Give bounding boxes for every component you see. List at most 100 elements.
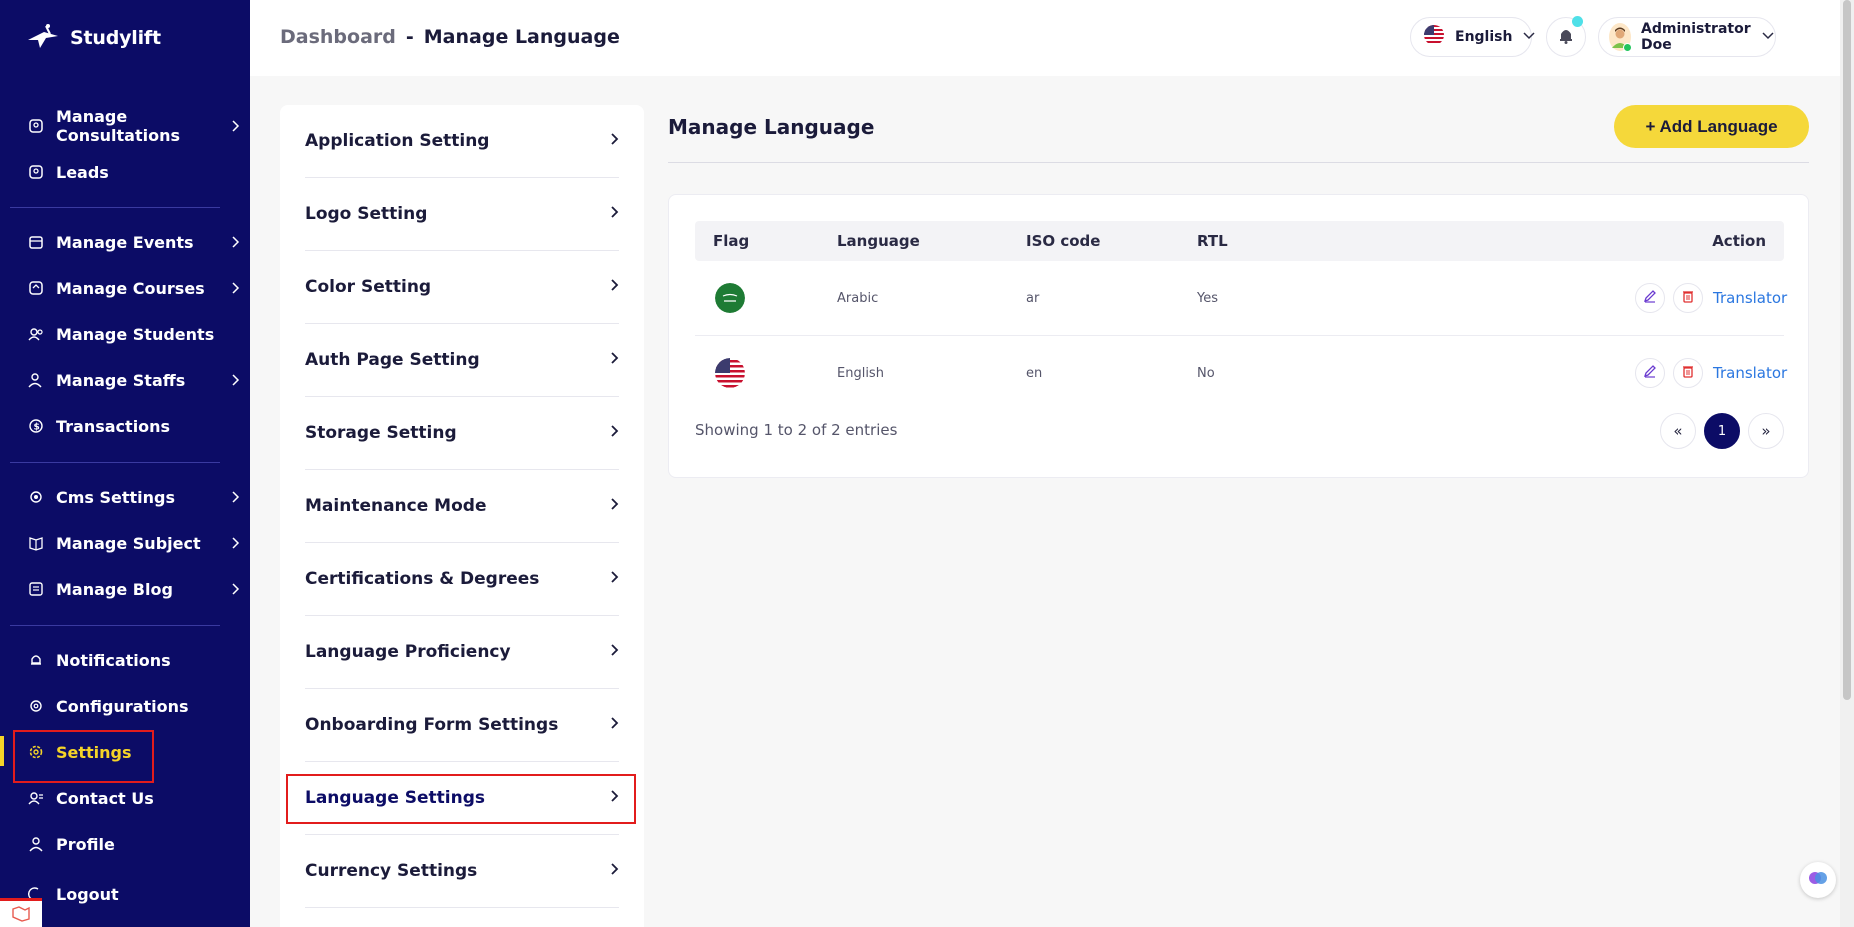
brand[interactable]: Studylift (26, 22, 161, 54)
settings-item-color-setting[interactable]: Color Setting (305, 251, 619, 324)
sidebar-item-label: Manage Events (56, 232, 194, 252)
sidebar-item-label: Manage Courses (56, 278, 205, 298)
edit-button[interactable] (1635, 283, 1665, 313)
sidebar-item-label: Manage Students (56, 324, 215, 344)
notifications-button[interactable] (1546, 16, 1586, 57)
sidebar-item-configurations[interactable]: Configurations (28, 691, 240, 721)
brain-icon (1808, 868, 1828, 892)
column-header-rtl: RTL (1197, 232, 1228, 250)
add-language-button[interactable]: + Add Language (1614, 105, 1809, 148)
sidebar: Studylift Manage Consultations Leads Man… (0, 0, 250, 927)
settings-item-label: Storage Setting (305, 423, 457, 443)
language-label: English (1455, 29, 1513, 45)
sidebar-item-transactions[interactable]: $ Transactions (28, 411, 240, 441)
chevron-right-icon (230, 372, 240, 391)
pagination-prev[interactable]: « (1660, 413, 1696, 449)
online-status-dot (1623, 43, 1632, 52)
settings-item-onboarding-form-settings[interactable]: Onboarding Form Settings (305, 689, 619, 762)
settings-item-storage-setting[interactable]: Storage Setting (305, 397, 619, 470)
breadcrumb-parent[interactable]: Dashboard (280, 26, 396, 48)
sidebar-item-notifications[interactable]: Notifications (28, 645, 240, 675)
assistant-button[interactable] (1800, 862, 1836, 898)
sidebar-item-manage-consultations[interactable]: Manage Consultations (28, 107, 240, 145)
brand-name: Studylift (70, 27, 161, 49)
cms-icon (28, 489, 44, 505)
sidebar-item-label: Contact Us (56, 788, 154, 808)
settings-item-label: Logo Setting (305, 204, 428, 224)
scrollbar-thumb[interactable] (1843, 0, 1851, 700)
chevron-right-icon (609, 642, 619, 662)
sidebar-item-manage-courses[interactable]: Manage Courses (28, 273, 240, 303)
table-row: English en No Translator (695, 336, 1787, 411)
sidebar-item-manage-events[interactable]: Manage Events (28, 227, 240, 257)
calendar-icon (28, 234, 44, 250)
translator-link[interactable]: Translator (1713, 364, 1787, 382)
bell-icon (1557, 26, 1575, 48)
sidebar-item-manage-subject[interactable]: Manage Subject (28, 528, 240, 558)
sidebar-item-cms-settings[interactable]: Cms Settings (28, 482, 240, 512)
sidebar-item-label: Manage Subject (56, 533, 201, 553)
sidebar-item-manage-blog[interactable]: Manage Blog (28, 574, 240, 604)
settings-item-label: Application Setting (305, 131, 490, 151)
scrollbar[interactable] (1840, 0, 1854, 927)
sidebar-item-logout[interactable]: Logout (28, 879, 240, 909)
sidebar-divider (10, 462, 220, 463)
settings-item-label: Auth Page Setting (305, 350, 480, 370)
settings-item-label: Onboarding Form Settings (305, 715, 559, 735)
leads-icon (28, 164, 44, 180)
chevron-right-icon (230, 581, 240, 600)
settings-item-maintenance-mode[interactable]: Maintenance Mode (305, 470, 619, 543)
table-row: Arabic ar Yes Translator (695, 261, 1787, 336)
title-divider (668, 162, 1809, 163)
chevron-right-icon (609, 715, 619, 735)
settings-item-label: Maintenance Mode (305, 496, 487, 516)
sidebar-item-leads[interactable]: Leads (28, 157, 240, 187)
user-menu[interactable]: Administrator Doe (1598, 17, 1776, 57)
sidebar-divider (10, 625, 220, 626)
configurations-icon (28, 698, 44, 714)
cell-language: Arabic (837, 291, 879, 306)
debug-bar-icon[interactable] (0, 898, 42, 927)
settings-item-currency-settings[interactable]: Currency Settings (305, 835, 619, 908)
column-header-language: Language (837, 232, 920, 250)
delete-button[interactable] (1673, 283, 1703, 313)
settings-item-language-proficiency[interactable]: Language Proficiency (305, 616, 619, 689)
cell-iso: en (1026, 366, 1043, 381)
contact-icon (28, 790, 44, 806)
column-header-action: Action (1712, 232, 1766, 250)
settings-item-label: Certifications & Degrees (305, 569, 540, 589)
sidebar-item-label: Manage Consultations (56, 107, 181, 145)
settings-item-logo-setting[interactable]: Logo Setting (305, 178, 619, 251)
settings-item-certifications-degrees[interactable]: Certifications & Degrees (305, 543, 619, 616)
sidebar-item-label: Manage Blog (56, 579, 173, 599)
settings-item-application-setting[interactable]: Application Setting (305, 105, 619, 178)
transactions-icon: $ (28, 418, 44, 434)
chevron-right-icon (609, 423, 619, 443)
sidebar-item-manage-students[interactable]: Manage Students (28, 319, 240, 349)
delete-button[interactable] (1673, 358, 1703, 388)
settings-item-auth-page-setting[interactable]: Auth Page Setting (305, 324, 619, 397)
pencil-icon (1643, 364, 1657, 382)
sidebar-item-label: Cms Settings (56, 487, 176, 507)
chevron-down-icon (1761, 29, 1775, 45)
pagination-page-1[interactable]: 1 (1704, 413, 1740, 449)
chevron-down-icon (1522, 29, 1536, 45)
cell-language: English (837, 366, 884, 381)
sidebar-item-label: Logout (56, 884, 119, 904)
chevron-right-icon (230, 118, 240, 137)
sidebar-item-profile[interactable]: Profile (28, 829, 240, 859)
entries-info: Showing 1 to 2 of 2 entries (695, 421, 898, 439)
chevron-right-icon (609, 204, 619, 224)
edit-button[interactable] (1635, 358, 1665, 388)
book-icon (28, 535, 44, 551)
logo-icon (26, 22, 62, 54)
translator-link[interactable]: Translator (1713, 289, 1787, 307)
chevron-right-icon (609, 350, 619, 370)
pagination-next[interactable]: » (1748, 413, 1784, 449)
cell-iso: ar (1026, 291, 1040, 306)
language-selector[interactable]: English (1410, 17, 1535, 57)
sidebar-item-manage-staffs[interactable]: Manage Staffs (28, 365, 240, 395)
chevron-right-icon (230, 535, 240, 554)
sidebar-item-contact-us[interactable]: Contact Us (28, 783, 240, 813)
chevron-right-icon (230, 489, 240, 508)
